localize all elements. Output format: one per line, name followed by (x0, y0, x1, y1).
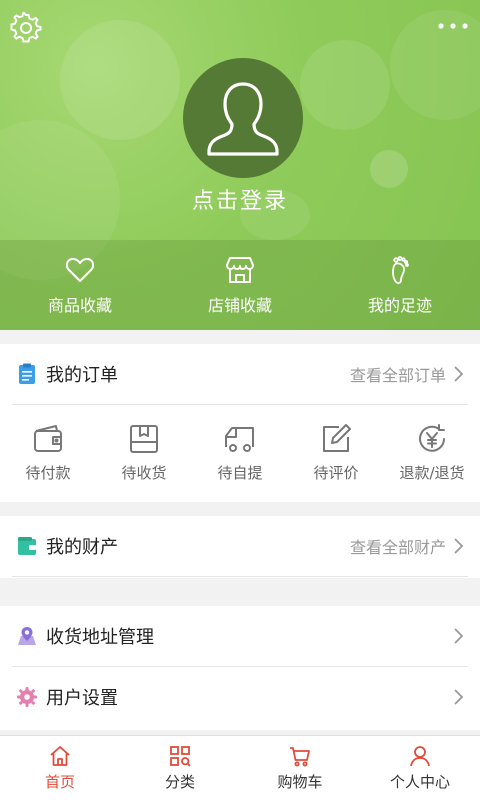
refund-icon (419, 424, 445, 452)
clipboard-icon (19, 363, 35, 384)
order-status-pending-review[interactable]: 待评价 (288, 405, 384, 500)
menu-card: 收货地址管理 用户设置 (0, 606, 480, 730)
avatar[interactable] (183, 58, 303, 178)
tab-cart[interactable]: 购物车 (240, 736, 360, 800)
store-icon (226, 257, 254, 283)
footprint-icon (392, 256, 409, 284)
chevron-right-icon (454, 366, 464, 382)
wallet-icon (18, 537, 36, 555)
wallet-icon (34, 425, 62, 452)
order-status-pending-payment[interactable]: 待付款 (0, 405, 96, 500)
map-pin-icon (18, 627, 36, 645)
orders-header[interactable]: 我的订单 查看全部订单 (0, 344, 480, 404)
order-status-refund[interactable]: 退款/退货 (384, 405, 480, 500)
quick-link-footprints[interactable]: 我的足迹 (320, 240, 480, 330)
gear-icon[interactable] (10, 12, 42, 44)
quick-link-label: 店铺收藏 (207, 296, 272, 315)
more-dots-icon[interactable] (436, 16, 470, 36)
quick-link-favorites[interactable]: 商品收藏 (0, 240, 160, 330)
chevron-right-icon (454, 628, 464, 644)
order-status-label: 待付款 (25, 464, 71, 482)
bottom-tab-bar: 首页 分类 购物车 个人中心 (0, 735, 480, 800)
quick-link-label: 商品收藏 (47, 296, 112, 315)
order-status-row: 待付款 待收货 待自提 待评价 退款/退货 (0, 405, 480, 500)
decor-bubble (60, 20, 180, 140)
order-status-label: 待自提 (217, 464, 263, 482)
menu-item-user-settings[interactable]: 用户设置 (0, 667, 480, 727)
quick-links-bar: 商品收藏 店铺收藏 我的足迹 (0, 240, 480, 330)
orders-card: 我的订单 查看全部订单 待付款 待收货 待自提 待评价 退款/退货 (0, 344, 480, 502)
menu-item-label: 收货地址管理 (46, 627, 154, 648)
order-status-label: 待评价 (313, 464, 359, 482)
truck-icon (225, 427, 254, 452)
person-icon (410, 746, 430, 767)
menu-item-address[interactable]: 收货地址管理 (0, 606, 480, 666)
login-prompt[interactable]: 点击登录 (0, 183, 480, 215)
divider (12, 576, 468, 577)
grid-icon (170, 746, 191, 767)
tab-profile[interactable]: 个人中心 (360, 736, 480, 800)
profile-header: 点击登录 商品收藏 店铺收藏 我的足迹 (0, 0, 480, 330)
view-all-assets-link[interactable]: 查看全部财产 (350, 534, 446, 558)
orders-title: 我的订单 (46, 365, 118, 386)
order-status-label: 退款/退货 (399, 464, 465, 482)
quick-link-label: 我的足迹 (367, 296, 432, 315)
tab-label: 分类 (164, 773, 195, 791)
view-all-orders-link[interactable]: 查看全部订单 (350, 362, 446, 386)
tab-home[interactable]: 首页 (0, 736, 120, 800)
tab-label: 个人中心 (389, 773, 450, 791)
quick-link-store-favorites[interactable]: 店铺收藏 (160, 240, 320, 330)
order-status-label: 待收货 (121, 464, 167, 482)
gear-icon (17, 687, 37, 707)
tab-label: 首页 (44, 773, 75, 791)
package-icon (130, 425, 158, 453)
chevron-right-icon (454, 689, 464, 705)
edit-icon (323, 424, 351, 452)
tab-category[interactable]: 分类 (120, 736, 240, 800)
assets-header[interactable]: 我的财产 查看全部财产 (0, 516, 480, 576)
order-status-pending-receipt[interactable]: 待收货 (96, 405, 192, 500)
cart-icon (290, 747, 310, 767)
menu-item-label: 用户设置 (46, 688, 118, 709)
assets-title: 我的财产 (46, 537, 118, 558)
heart-icon (65, 257, 95, 282)
user-silhouette-icon (207, 82, 279, 156)
tab-label: 购物车 (277, 773, 323, 791)
order-status-pending-pickup[interactable]: 待自提 (192, 405, 288, 500)
decor-bubble (300, 40, 390, 130)
home-icon (50, 746, 70, 766)
assets-card: 我的财产 查看全部财产 (0, 516, 480, 578)
chevron-right-icon (454, 538, 464, 554)
